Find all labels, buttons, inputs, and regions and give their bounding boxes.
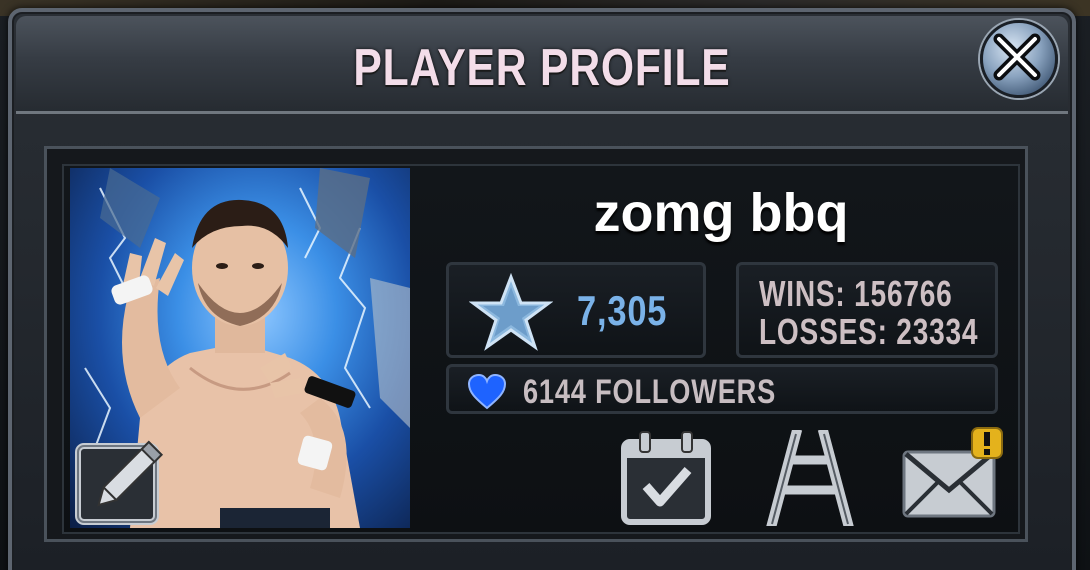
calendar-button[interactable] — [618, 430, 714, 526]
exclamation-badge-icon — [971, 427, 1003, 459]
close-button[interactable] — [980, 20, 1058, 98]
wins-count: WINS: 156766 — [759, 273, 953, 314]
player-name: zomg bbq — [593, 183, 849, 243]
rating-box: 7,305 — [446, 262, 706, 358]
calendar-check-icon — [621, 431, 711, 525]
rating-value: 7,305 — [577, 287, 668, 334]
edit-pencil-icon — [75, 440, 163, 525]
mail-button[interactable] — [900, 427, 1004, 524]
edit-profile-button[interactable] — [74, 436, 168, 526]
dialog-titlebar: PLAYER PROFILE — [16, 16, 1068, 114]
followers-count: 6144 FOLLOWERS — [523, 373, 777, 411]
ladder-icon — [765, 427, 855, 531]
ladder-button[interactable] — [762, 427, 858, 531]
followers-box[interactable]: 6144 FOLLOWERS — [446, 364, 998, 414]
losses-count: LOSSES: 23334 — [759, 311, 979, 352]
close-x-icon — [993, 33, 1041, 81]
dialog-title: PLAYER PROFILE — [353, 39, 731, 97]
record-box: WINS: 156766 LOSSES: 23334 — [736, 262, 998, 358]
star-icon — [469, 273, 553, 351]
player-profile-screen: PLAYER PROFILE zomg bbq 7,305 WINS: 1567… — [0, 0, 1090, 570]
heart-icon — [467, 374, 507, 410]
